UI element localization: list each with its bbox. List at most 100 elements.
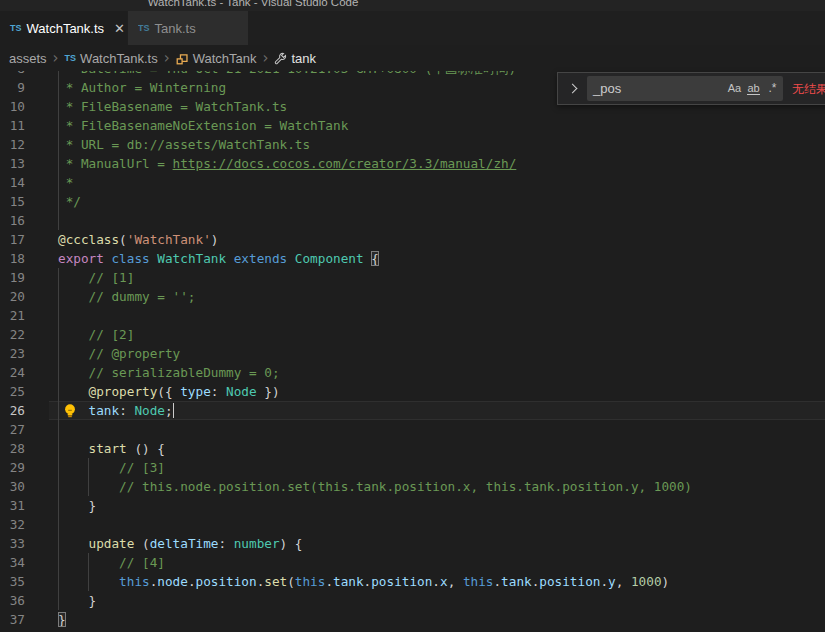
line-number: 31: [0, 496, 25, 515]
indent-guide: [58, 268, 59, 610]
code-line-19[interactable]: 19 // [1]: [0, 268, 825, 287]
code-line-18[interactable]: 18export class WatchTank extends Compone…: [0, 249, 825, 268]
code-text: * DateTime = Thu Oct 21 2021 10:21:03 GM…: [58, 71, 516, 78]
code-text: // [4]: [58, 553, 165, 572]
line-number: 10: [0, 97, 25, 116]
code-line-29[interactable]: 29 // [3]: [0, 458, 825, 477]
code-text: // @property: [58, 344, 180, 363]
line-number: 32: [0, 515, 25, 534]
code-line-11[interactable]: 11 * FileBasenameNoExtension = WatchTank: [0, 116, 825, 135]
breadcrumb-item-watchtank-ts[interactable]: TSWatchTank.ts: [65, 51, 158, 66]
line-number: 16: [0, 211, 25, 230]
chevron-right-icon: ›: [53, 49, 59, 67]
code-text: start () {: [58, 439, 165, 458]
whole-word-icon[interactable]: ab: [744, 78, 763, 99]
line-number: 20: [0, 287, 25, 306]
code-text: this.node.position.set(this.tank.positio…: [58, 572, 669, 591]
line-number: 25: [0, 382, 25, 401]
code-text: update (deltaTime: number) {: [58, 534, 302, 553]
line-number: 36: [0, 591, 25, 610]
vscode-window: WatchTank.ts - Tank - Visual Studio Code…: [0, 0, 825, 632]
line-number: 24: [0, 363, 25, 382]
code-line-24[interactable]: 24 // serializableDummy = 0;: [0, 363, 825, 382]
line-number: 13: [0, 154, 25, 173]
close-icon[interactable]: ✕: [112, 21, 127, 36]
line-number: 27: [0, 420, 25, 439]
line-number: 28: [0, 439, 25, 458]
code-text: *: [58, 173, 73, 192]
line-number: 29: [0, 458, 25, 477]
chevron-right-icon: ›: [164, 49, 170, 67]
line-number: 12: [0, 135, 25, 154]
line-number: 11: [0, 116, 25, 135]
code-text: * Author = Winterning: [58, 78, 226, 97]
code-line-12[interactable]: 12 * URL = db://assets/WatchTank.ts: [0, 135, 825, 154]
breadcrumb-item-watchtank[interactable]: WatchTank: [176, 51, 257, 66]
tab-tank-ts[interactable]: TSTank.ts: [128, 11, 248, 45]
code-text: }: [58, 610, 66, 629]
find-input[interactable]: _pos Aa ab .*: [587, 76, 783, 101]
tab-watchtank-ts[interactable]: TSWatchTank.ts✕: [0, 11, 127, 45]
code-line-33[interactable]: 33 update (deltaTime: number) {: [0, 534, 825, 553]
code-line-15[interactable]: 15 */: [0, 192, 825, 211]
breadcrumb: assets›TSWatchTank.ts›WatchTank›tank: [0, 45, 825, 71]
tab-label: Tank.ts: [155, 21, 196, 36]
line-number: 22: [0, 325, 25, 344]
code-text: }: [58, 496, 96, 515]
code-line-17[interactable]: 17 @ccclass('WatchTank'): [0, 230, 825, 249]
breadcrumb-label: tank: [291, 51, 316, 66]
breadcrumb-label: WatchTank.ts: [80, 51, 158, 66]
window-title: WatchTank.ts - Tank - Visual Studio Code: [148, 0, 359, 8]
code-line-26[interactable]: 26 tank: Node;: [0, 401, 825, 420]
editor[interactable]: 8 * DateTime = Thu Oct 21 2021 10:21:03 …: [0, 71, 825, 632]
breadcrumb-item-tank[interactable]: tank: [274, 51, 316, 66]
code-text: * FileBasenameNoExtension = WatchTank: [58, 116, 348, 135]
find-query-text: _pos: [593, 76, 621, 101]
code-text: // [3]: [58, 458, 165, 477]
code-text: * ManualUrl = https://docs.cocos.com/cre…: [58, 154, 516, 173]
property-wrench-icon: [274, 52, 287, 65]
breadcrumb-item-assets[interactable]: assets: [9, 51, 47, 66]
code-text: @property({ type: Node }): [58, 382, 280, 401]
code-line-31[interactable]: 31 }: [0, 496, 825, 515]
code-line-14[interactable]: 14 *: [0, 173, 825, 192]
find-expand-chevron-icon[interactable]: [568, 84, 578, 94]
code-line-28[interactable]: 28 start () {: [0, 439, 825, 458]
line-number: 9: [0, 78, 25, 97]
code-line-16[interactable]: 16: [0, 211, 825, 230]
indent-guide: [58, 71, 59, 230]
code-line-22[interactable]: 22 // [2]: [0, 325, 825, 344]
line-number: 23: [0, 344, 25, 363]
code-text: @ccclass('WatchTank'): [58, 230, 218, 249]
breadcrumb-label: WatchTank: [193, 51, 257, 66]
find-result-count: 无结果: [792, 73, 825, 105]
match-case-icon[interactable]: Aa: [725, 78, 744, 99]
regex-icon[interactable]: .*: [763, 78, 782, 99]
code-line-27[interactable]: 27: [0, 420, 825, 439]
title-bar: WatchTank.ts - Tank - Visual Studio Code: [0, 0, 825, 11]
code-line-23[interactable]: 23 // @property: [0, 344, 825, 363]
lightbulb-icon[interactable]: [63, 403, 77, 423]
code-text: }: [58, 591, 96, 610]
code-line-34[interactable]: 34 // [4]: [0, 553, 825, 572]
line-number: 18: [0, 249, 25, 268]
code-line-37[interactable]: 37}: [0, 610, 825, 629]
code-line-36[interactable]: 36 }: [0, 591, 825, 610]
code-line-35[interactable]: 35 this.node.position.set(this.tank.posi…: [0, 572, 825, 591]
breadcrumb-label: assets: [9, 51, 47, 66]
code-line-21[interactable]: 21: [0, 306, 825, 325]
code-line-20[interactable]: 20 // dummy = '';: [0, 287, 825, 306]
line-number: 17: [0, 230, 25, 249]
code-line-13[interactable]: 13 * ManualUrl = https://docs.cocos.com/…: [0, 154, 825, 173]
code-line-32[interactable]: 32: [0, 515, 825, 534]
code-line-30[interactable]: 30 // this.node.position.set(this.tank.p…: [0, 477, 825, 496]
line-number: 21: [0, 306, 25, 325]
code-text: // this.node.position.set(this.tank.posi…: [58, 477, 692, 496]
line-number: 37: [0, 610, 25, 629]
typescript-icon: TS: [10, 23, 22, 33]
code-text: * URL = db://assets/WatchTank.ts: [58, 135, 310, 154]
code-text: // [2]: [58, 325, 134, 344]
line-number: 14: [0, 173, 25, 192]
code-text: // [1]: [58, 268, 134, 287]
code-line-25[interactable]: 25 @property({ type: Node }): [0, 382, 825, 401]
